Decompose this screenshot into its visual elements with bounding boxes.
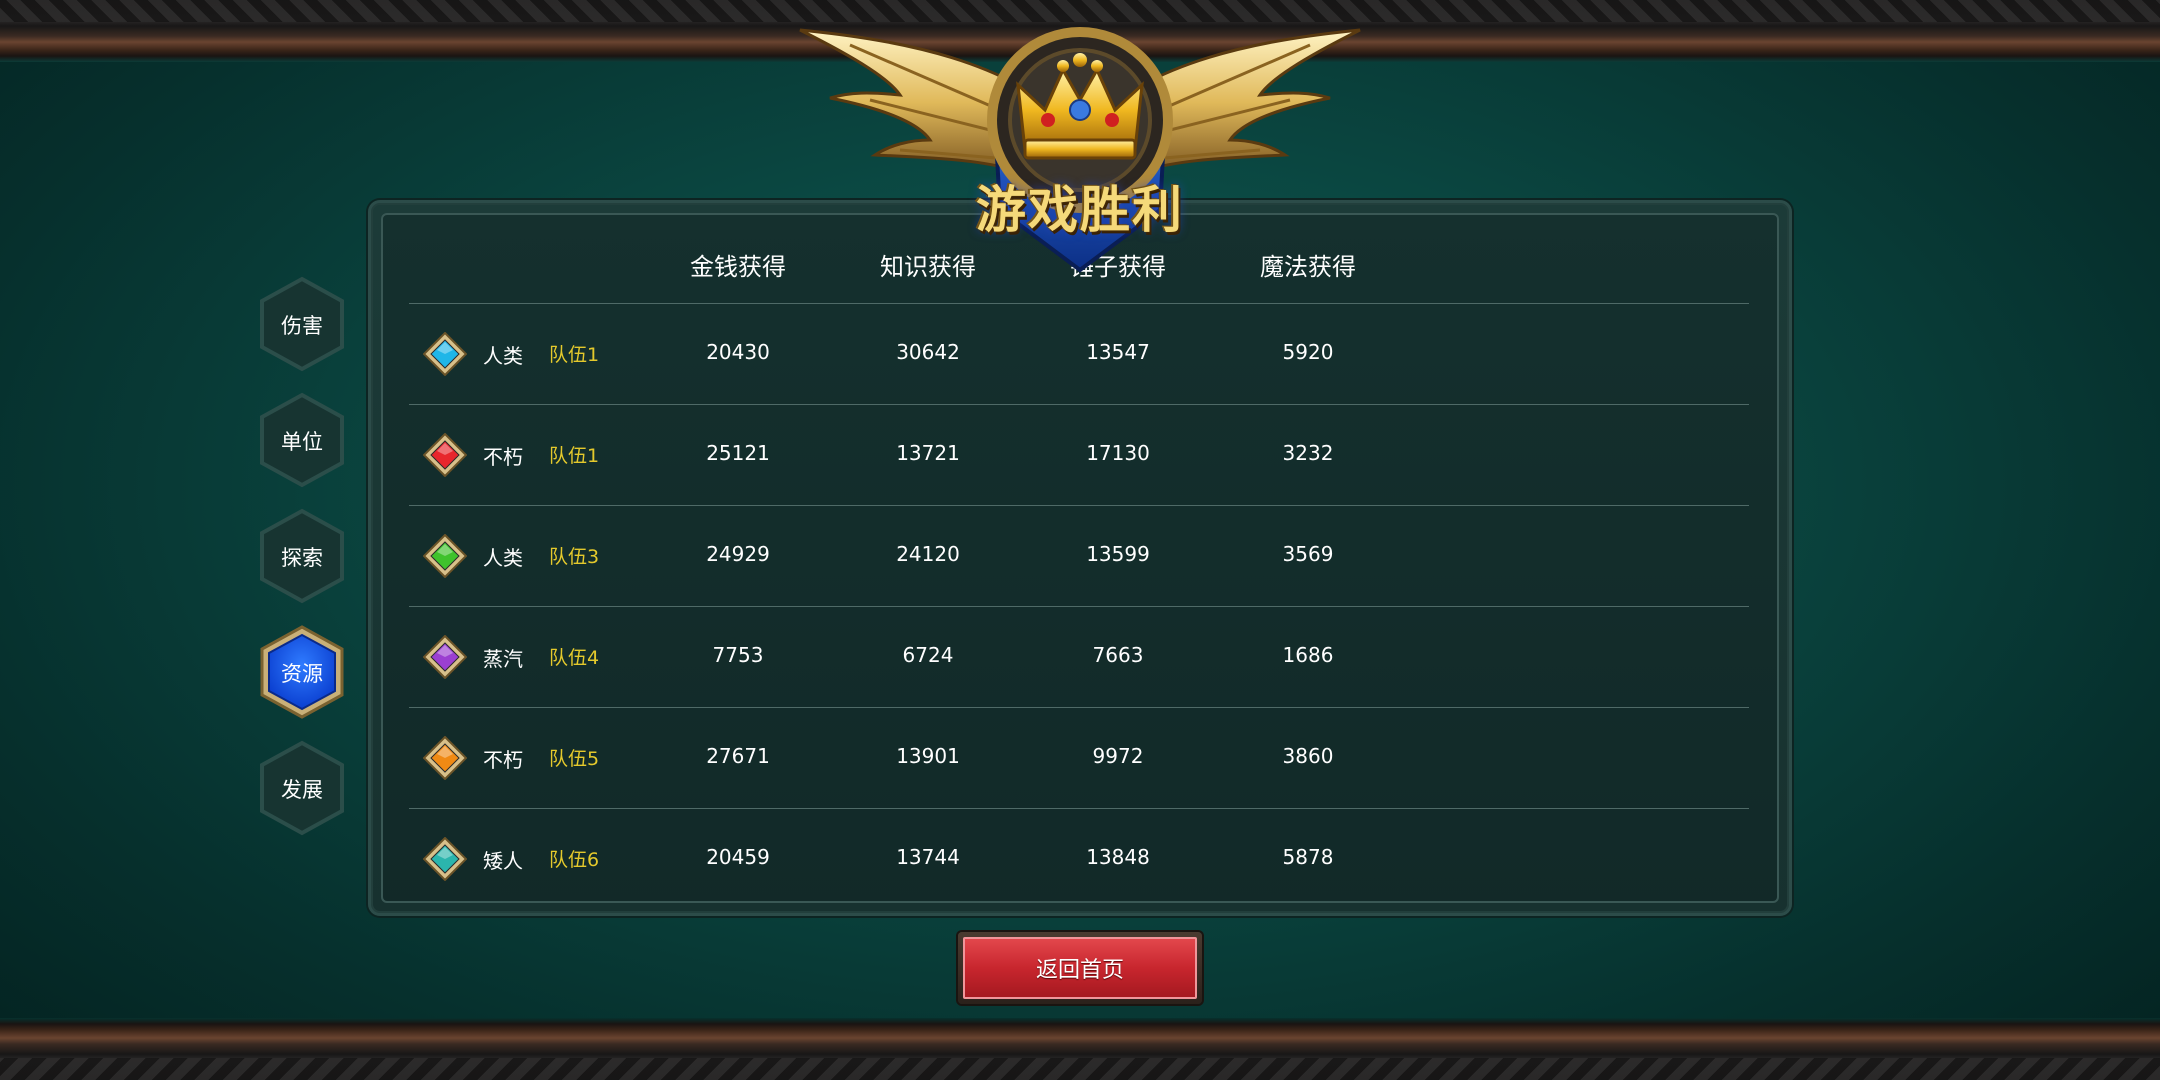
tab-label: 资源 (281, 662, 323, 686)
gold-value: 25121 (706, 441, 770, 465)
gold-value: 24929 (706, 542, 770, 566)
team-name: 队伍1 (549, 344, 600, 366)
hammer-value: 13848 (1086, 845, 1150, 869)
victory-title: 游戏胜利 (976, 181, 1184, 239)
knowledge-value: 6724 (902, 643, 954, 667)
table-row: 矮人 队伍6 20459 13744 13848 5878 (409, 808, 1749, 909)
team-name: 队伍4 (549, 647, 600, 669)
race-name: 不朽 (483, 445, 523, 469)
table-row: 人类 队伍3 24929 24120 13599 3569 (409, 505, 1749, 606)
table-row: 不朽 队伍1 25121 13721 17130 3232 (409, 404, 1749, 505)
return-home-label: 返回首页 (1035, 958, 1124, 983)
race-name: 人类 (483, 546, 523, 570)
team-name: 队伍1 (549, 445, 600, 467)
tab-label: 探索 (281, 546, 323, 570)
magic-value: 1686 (1282, 643, 1334, 667)
magic-value: 3860 (1282, 744, 1334, 768)
gold-value: 20459 (706, 845, 770, 869)
magic-value: 3232 (1282, 441, 1334, 465)
table-row: 不朽 队伍5 27671 13901 9972 3860 (409, 707, 1749, 808)
team-gem-icon (423, 332, 467, 376)
gold-value: 20430 (706, 340, 770, 364)
hammer-value: 7663 (1092, 643, 1144, 667)
gold-value: 27671 (706, 744, 770, 768)
tab-resources[interactable]: 资源 (258, 624, 346, 720)
hammer-value: 17130 (1086, 441, 1150, 465)
knowledge-value: 13901 (896, 744, 960, 768)
magic-value: 5920 (1282, 340, 1334, 364)
gold-value: 7753 (712, 643, 764, 667)
tab-label: 单位 (281, 430, 323, 454)
victory-emblem: 游戏胜利 (780, 0, 1380, 280)
knowledge-value: 30642 (896, 340, 960, 364)
team-gem-icon (423, 837, 467, 881)
team-name: 队伍5 (549, 748, 600, 770)
team-gem-icon (423, 635, 467, 679)
table-row: 人类 队伍1 20430 30642 13547 5920 (409, 303, 1749, 404)
bottom-frame-bar (0, 1018, 2160, 1080)
table-row: 蒸汽 队伍4 7753 6724 7663 1686 (409, 606, 1749, 707)
knowledge-value: 24120 (896, 542, 960, 566)
team-gem-icon (423, 736, 467, 780)
magic-value: 3569 (1282, 542, 1334, 566)
tab-damage[interactable]: 伤害 (258, 276, 346, 372)
stats-panel: 金钱获得 知识获得 锤子获得 魔法获得 人类 队伍1 20430 30642 13547… (368, 200, 1792, 916)
team-name: 队伍6 (549, 849, 600, 871)
knowledge-value: 13744 (896, 845, 960, 869)
race-name: 矮人 (483, 849, 523, 873)
return-home-button[interactable]: 返回首页 (958, 932, 1202, 1004)
tab-label: 伤害 (281, 314, 323, 338)
tab-label: 发展 (281, 778, 323, 802)
hammer-value: 13547 (1086, 340, 1150, 364)
hammer-value: 13599 (1086, 542, 1150, 566)
team-name: 队伍3 (549, 546, 600, 568)
tab-explore[interactable]: 探索 (258, 508, 346, 604)
tab-development[interactable]: 发展 (258, 740, 346, 836)
race-name: 蒸汽 (483, 647, 523, 671)
team-gem-icon (423, 433, 467, 477)
race-name: 不朽 (483, 748, 523, 772)
team-gem-icon (423, 534, 467, 578)
race-name: 人类 (483, 344, 523, 368)
magic-value: 5878 (1282, 845, 1334, 869)
stats-table: 金钱获得 知识获得 锤子获得 魔法获得 人类 队伍1 20430 30642 13547… (381, 213, 1779, 903)
knowledge-value: 13721 (896, 441, 960, 465)
hammer-value: 9972 (1092, 744, 1144, 768)
tab-units[interactable]: 单位 (258, 392, 346, 488)
return-home-button-face: 返回首页 (963, 937, 1197, 999)
